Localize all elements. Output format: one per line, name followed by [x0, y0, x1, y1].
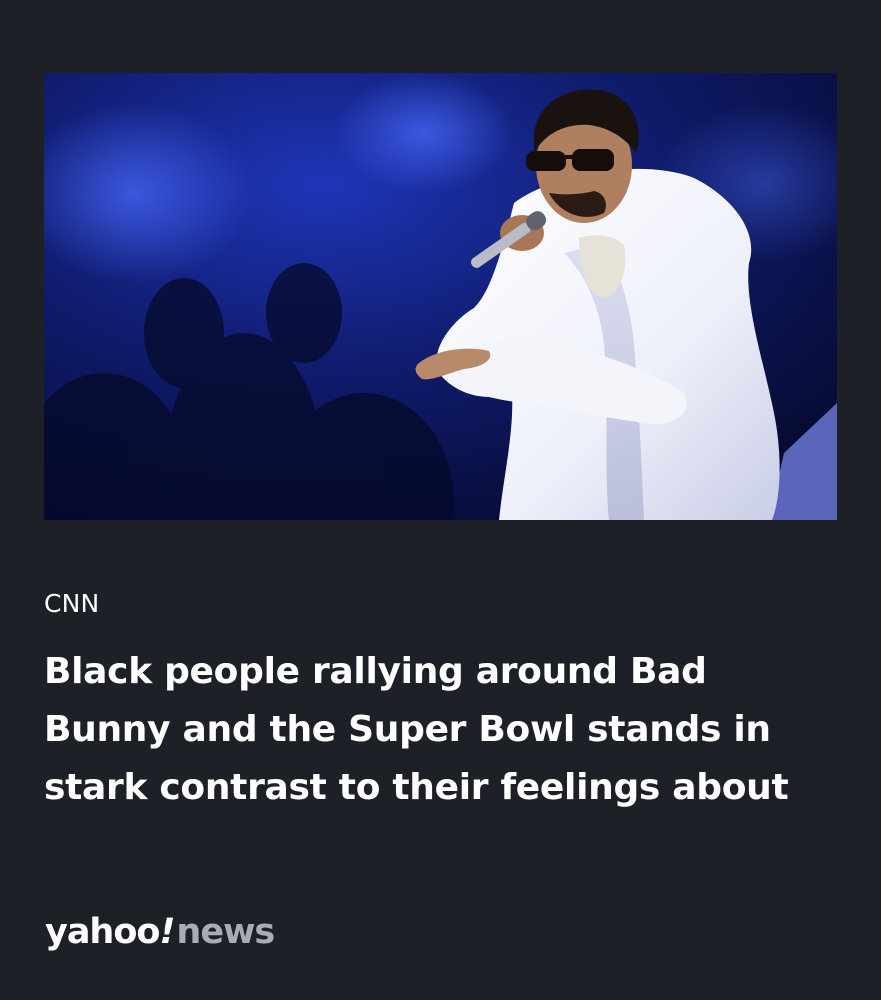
logo-news-text: news	[176, 912, 275, 952]
logo-bang: !	[159, 912, 175, 952]
yahoo-news-logo: yahoo ! news	[45, 912, 275, 958]
news-card[interactable]: CNN Black people rallying around Bad Bun…	[0, 0, 881, 1000]
logo-yahoo-text: yahoo	[45, 912, 160, 952]
article-image	[44, 73, 837, 520]
article-headline[interactable]: Black people rallying around Bad Bunny a…	[44, 643, 834, 817]
article-source: CNN	[44, 589, 100, 618]
